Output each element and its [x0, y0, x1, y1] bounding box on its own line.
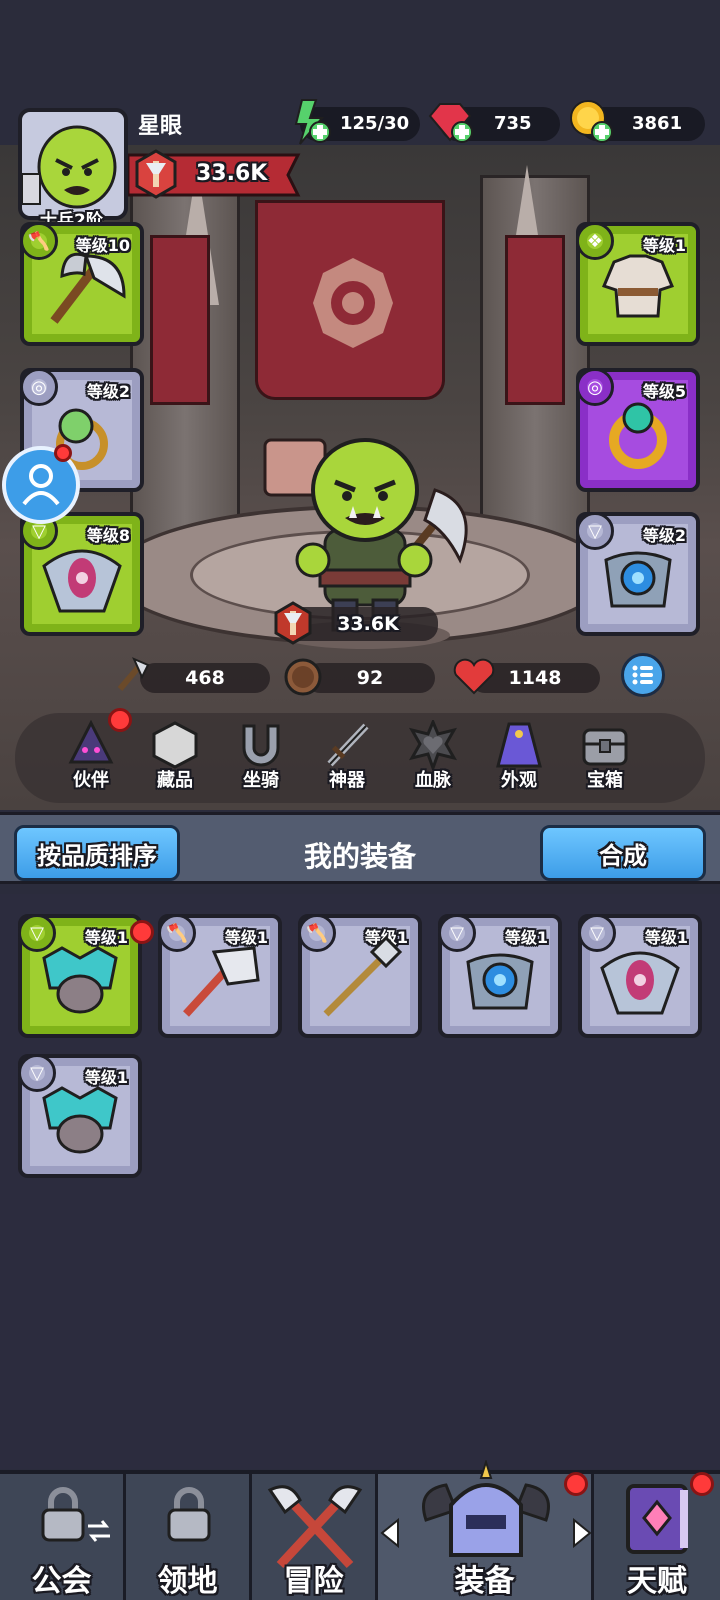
- stats-detail-button[interactable]: [621, 653, 665, 697]
- nav-guild-label: 公会: [31, 1564, 92, 1599]
- gold-coin-icon: [568, 98, 616, 146]
- hero-power-value: 33.6K: [337, 613, 399, 635]
- menu-bloodline[interactable]: 血脉: [390, 718, 476, 800]
- nav-talent[interactable]: 天赋: [594, 1472, 720, 1600]
- nav-equipment-label: 装备: [454, 1564, 515, 1599]
- nav-adventure[interactable]: 冒险: [252, 1474, 378, 1600]
- player-power-value: 33.6K: [196, 161, 268, 186]
- menu-appearance-label: 外观: [501, 770, 537, 791]
- robe-icon: [494, 720, 544, 770]
- inventory-item[interactable]: ▽ 等级1: [438, 914, 562, 1038]
- cleaver-axe-icon: [183, 946, 260, 1017]
- sword-icon: [322, 720, 372, 770]
- menu-collection[interactable]: 藏品: [132, 720, 218, 800]
- attack-stat: 468: [140, 663, 270, 693]
- support-float-button[interactable]: [2, 444, 80, 524]
- nav-guild[interactable]: 公会: [0, 1474, 126, 1600]
- energy-icon: [286, 98, 334, 146]
- menu-mount-label: 坐骑: [243, 770, 279, 791]
- inventory-item[interactable]: ▽ 等级1: [578, 914, 702, 1038]
- equip-slot-amulet-left[interactable]: ▽ 等级8: [20, 512, 144, 636]
- spellbook-icon: [626, 1484, 688, 1554]
- equip-slot-weapon[interactable]: 🪓 等级10: [20, 222, 144, 346]
- equipment-alert-dot: [564, 1472, 588, 1496]
- chest-icon: [580, 720, 630, 770]
- menu-artifact-label: 神器: [329, 770, 365, 791]
- banner-right: [505, 235, 565, 405]
- defense-stat: 92: [305, 663, 435, 693]
- list-icon: [632, 665, 653, 685]
- heart-icon: [452, 657, 496, 697]
- menu-partner[interactable]: 伙伴: [48, 708, 134, 800]
- teal-skull-amulet-icon: [42, 1086, 118, 1154]
- bottom-nav: 公会 领地 冒险 装备 天赋: [0, 1460, 720, 1600]
- banner-center: [255, 200, 445, 400]
- menu-mount[interactable]: 坐骑: [218, 720, 304, 800]
- crystal-amulet-icon: [600, 951, 680, 1015]
- equip-slot-ring-right[interactable]: ◎ 等级5: [576, 368, 700, 492]
- arrow-left-icon: [380, 1518, 399, 1548]
- nav-territory[interactable]: 领地: [126, 1474, 252, 1600]
- ruby-icon: [428, 98, 476, 146]
- gems-value: 735: [494, 113, 532, 134]
- swap-arrows-icon: [88, 1520, 110, 1542]
- stone-icon: [150, 720, 200, 770]
- horned-helmet-icon: [422, 1460, 550, 1557]
- hero-power-pill: 33.6K: [274, 601, 438, 645]
- gold-gem-ring-icon: [609, 402, 667, 469]
- equip-slot-armor[interactable]: ❖ 等级1: [576, 222, 700, 346]
- dark-heart-icon: [408, 718, 458, 773]
- crystal-amulet-icon: [42, 549, 122, 613]
- status-bar: [0, 0, 720, 100]
- banner-left: [150, 235, 210, 405]
- defense-value: 92: [356, 667, 384, 689]
- spear-icon: [323, 935, 403, 1017]
- menu-collection-label: 藏品: [157, 770, 193, 791]
- player-avatar[interactable]: [18, 108, 128, 220]
- blue-orb-amulet-icon: [466, 953, 534, 1010]
- talent-alert-dot: [690, 1472, 714, 1496]
- nav-adventure-label: 冒险: [283, 1564, 344, 1599]
- player-power-ribbon: 33.6K: [128, 149, 308, 199]
- nav-territory-label: 领地: [157, 1564, 218, 1599]
- hp-value: 1148: [508, 667, 562, 689]
- lock-icon: [167, 1487, 211, 1542]
- nav-equipment[interactable]: 装备: [378, 1460, 594, 1600]
- arrow-right-icon: [573, 1518, 592, 1548]
- shield-icon: [283, 657, 323, 697]
- horseshoe-icon: [236, 720, 286, 770]
- blue-orb-amulet-icon: [604, 551, 672, 608]
- menu-artifact[interactable]: 神器: [304, 720, 390, 800]
- menu-appearance[interactable]: 外观: [476, 720, 562, 800]
- inventory-grid: ▽ 等级1 🪓 等级1 🪓 等级1 ▽ 等级1 ▽ 等级1 ▽ 等级1: [0, 894, 720, 1469]
- gold-value: 3861: [632, 113, 683, 134]
- menu-chest-label: 宝箱: [587, 770, 623, 791]
- inventory-item[interactable]: ▽ 等级1: [18, 1054, 142, 1178]
- orc-portrait-icon: [21, 125, 117, 209]
- merge-button[interactable]: 合成: [540, 825, 706, 881]
- menu-chest[interactable]: 宝箱: [562, 720, 648, 800]
- equip-slot-amulet-right[interactable]: ▽ 等级2: [576, 512, 700, 636]
- energy-value: 125/30: [340, 113, 410, 134]
- attack-value: 468: [185, 667, 225, 689]
- player-name: 星眼: [138, 114, 183, 139]
- attack-icon: [112, 655, 152, 695]
- power-badge-icon: [134, 149, 178, 199]
- teal-skull-amulet-icon: [42, 946, 118, 1014]
- tunic-icon: [601, 254, 675, 318]
- menu-partner-label: 伙伴: [73, 770, 109, 791]
- menu-bloodline-label: 血脉: [415, 770, 451, 791]
- power-icon: [274, 601, 312, 645]
- nav-talent-label: 天赋: [627, 1564, 687, 1599]
- inventory-header: 按品质排序 我的装备 合成: [0, 812, 720, 884]
- hooded-figure-icon: [66, 719, 116, 770]
- inventory-item[interactable]: ▽ 等级1: [18, 914, 154, 1038]
- inventory-item[interactable]: 🪓 等级1: [298, 914, 422, 1038]
- partner-alert-dot: [108, 708, 132, 732]
- inventory-item[interactable]: 🪓 等级1: [158, 914, 282, 1038]
- support-alert-dot: [54, 444, 72, 462]
- battle-axe-icon: [50, 252, 126, 324]
